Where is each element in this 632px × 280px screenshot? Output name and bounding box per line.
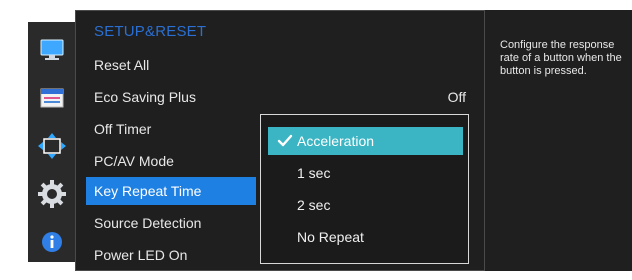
menu-item-label: Off Timer (94, 121, 152, 137)
description-panel: Configure the response rate of a button … (485, 10, 632, 271)
menu-item-label: Key Repeat Time (94, 183, 202, 199)
category-icon-strip (28, 22, 75, 262)
menu-item-pc-av-mode[interactable]: PC/AV Mode (86, 147, 256, 175)
menu-item-label: Source Detection (94, 215, 202, 231)
menu-item-key-repeat-time[interactable]: Key Repeat Time (86, 177, 256, 205)
menu-item-label: Eco Saving Plus (94, 89, 196, 105)
option-label: Acceleration (297, 133, 375, 149)
description-text: Configure the response rate of a button … (500, 39, 622, 77)
monitor-osd-menu: SETUP&RESET Reset All Eco Saving Plus Of… (0, 0, 632, 280)
menu-item-reset-all[interactable]: Reset All (86, 51, 256, 79)
option-label: 2 sec (297, 197, 331, 213)
menu-title: SETUP&RESET (94, 23, 207, 40)
option-1-sec[interactable]: 1 sec (268, 159, 463, 187)
menu-item-label: Reset All (94, 57, 150, 73)
menu-item-off-timer[interactable]: Off Timer (86, 115, 256, 143)
setup-reset-gear-icon[interactable] (36, 179, 68, 209)
option-label: No Repeat (297, 229, 364, 245)
key-repeat-time-submenu: Acceleration 1 sec 2 sec No Repeat (260, 114, 469, 264)
menu-item-label: Power LED On (94, 247, 188, 263)
eco-saving-plus-value: Off (447, 89, 466, 105)
menu-item-power-led-on[interactable]: Power LED On (86, 241, 256, 269)
menu-item-eco-saving-plus[interactable]: Eco Saving Plus (86, 83, 256, 111)
option-2-sec[interactable]: 2 sec (268, 191, 463, 219)
checkmark-icon (277, 134, 293, 147)
option-no-repeat[interactable]: No Repeat (268, 223, 463, 251)
position-size-icon[interactable] (36, 131, 68, 161)
picture-icon[interactable] (36, 35, 68, 65)
menu-item-label: PC/AV Mode (94, 153, 174, 169)
menu-item-source-detection[interactable]: Source Detection (86, 209, 256, 237)
information-icon[interactable] (36, 227, 68, 257)
option-acceleration[interactable]: Acceleration (268, 127, 463, 155)
option-label: 1 sec (297, 165, 331, 181)
onscreen-display-icon[interactable] (36, 83, 68, 113)
